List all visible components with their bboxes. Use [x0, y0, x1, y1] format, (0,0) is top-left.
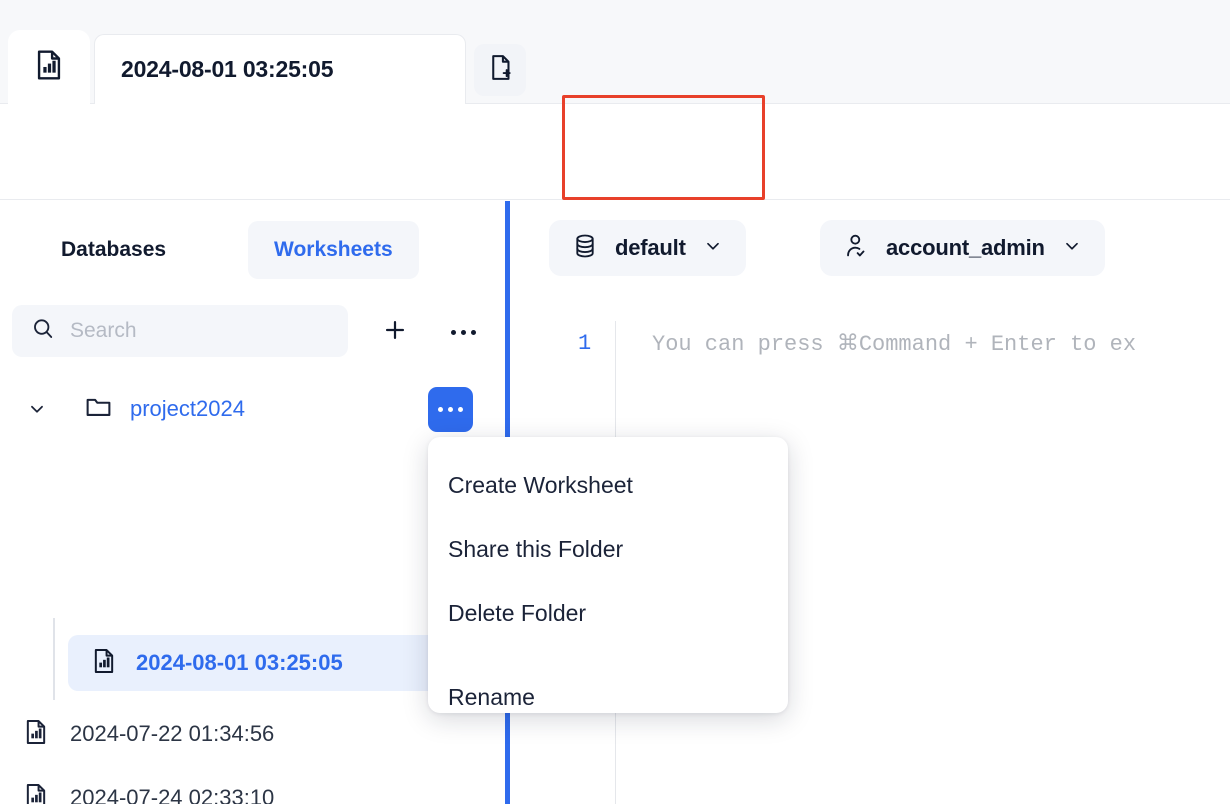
search-box[interactable]	[12, 305, 348, 357]
tab-databases[interactable]: Databases	[35, 221, 192, 279]
menu-item-label: Rename	[448, 683, 535, 710]
tree-item-label: 2024-07-22 01:34:56	[70, 721, 275, 746]
worksheet-doc-icon	[32, 48, 66, 87]
role-selector-value: account_admin	[886, 235, 1045, 260]
tab-worksheet-active[interactable]: 2024-08-01 03:25:05	[94, 34, 466, 104]
menu-item-label: Create Worksheet	[448, 471, 633, 498]
tree-item-label: 2024-08-01 03:25:05	[136, 650, 343, 675]
worksheet-app-window: 2024-08-01 03:25:05 project2024 | Update…	[0, 0, 1230, 804]
tree-item-selected-worksheet[interactable]: 2024-08-01 03:25:05	[68, 635, 438, 691]
tab-bar: 2024-08-01 03:25:05	[0, 0, 1230, 104]
database-selector[interactable]: default	[549, 220, 746, 276]
editor-line-number: 1	[578, 331, 592, 356]
folder-more-button[interactable]	[428, 387, 473, 432]
worksheet-doc-icon	[22, 718, 50, 751]
worksheet-doc-icon	[22, 782, 50, 804]
sidebar-more-button[interactable]	[441, 311, 485, 353]
menu-item-label: Share this Folder	[448, 535, 624, 562]
editor-placeholder: You can press ⌘Command + Enter to ex	[652, 332, 1137, 357]
chevron-down-icon[interactable]	[26, 398, 48, 420]
user-check-icon	[842, 232, 870, 265]
role-selector[interactable]: account_admin	[820, 220, 1105, 276]
plus-icon	[381, 316, 409, 349]
new-tab-button[interactable]	[474, 44, 526, 96]
search-input[interactable]	[70, 319, 320, 343]
tree-item-label: 2024-07-24 02:33:10	[70, 785, 275, 804]
search-icon	[30, 316, 56, 347]
tree-indent-guide	[53, 618, 55, 700]
worksheet-tree: project2024 2024-08-01 03:25:05 2024-07-…	[0, 381, 506, 804]
folder-context-menu: Create Worksheet Share this Folder Delet…	[428, 437, 788, 713]
ellipsis-icon	[438, 407, 463, 412]
tab-home-worksheet[interactable]	[8, 30, 90, 104]
sidebar-tab-group: Databases Worksheets	[0, 221, 506, 279]
tree-folder-project2024[interactable]: project2024	[0, 381, 506, 437]
worksheet-doc-icon	[90, 647, 118, 680]
menu-item-rename[interactable]: Rename	[428, 665, 788, 729]
database-icon	[571, 232, 599, 265]
tab-worksheets[interactable]: Worksheets	[248, 221, 419, 279]
breadcrumb-bar: project2024 | Updated 13 minutes ago Sha…	[0, 104, 1230, 280]
ellipsis-icon	[450, 329, 476, 335]
chevron-down-icon	[702, 235, 724, 262]
chevron-down-icon	[1061, 235, 1083, 262]
menu-item-create-worksheet[interactable]: Create Worksheet	[428, 453, 788, 517]
menu-item-delete-folder[interactable]: Delete Folder	[428, 581, 788, 645]
add-worksheet-button[interactable]	[374, 311, 416, 353]
folder-icon	[84, 392, 113, 426]
tree-item-worksheet-2[interactable]: 2024-07-24 02:33:10	[22, 776, 274, 804]
menu-item-label: Delete Folder	[448, 599, 587, 626]
tab-worksheets-label: Worksheets	[274, 238, 393, 261]
database-selector-value: default	[615, 235, 686, 260]
tree-item-worksheet-1[interactable]: 2024-07-22 01:34:56	[22, 712, 274, 756]
menu-item-share-this-folder[interactable]: Share this Folder	[428, 517, 788, 581]
tree-folder-label: project2024	[130, 396, 245, 421]
tab-label: 2024-08-01 03:25:05	[121, 56, 334, 82]
tab-databases-label: Databases	[61, 238, 167, 261]
new-document-icon	[486, 53, 515, 87]
